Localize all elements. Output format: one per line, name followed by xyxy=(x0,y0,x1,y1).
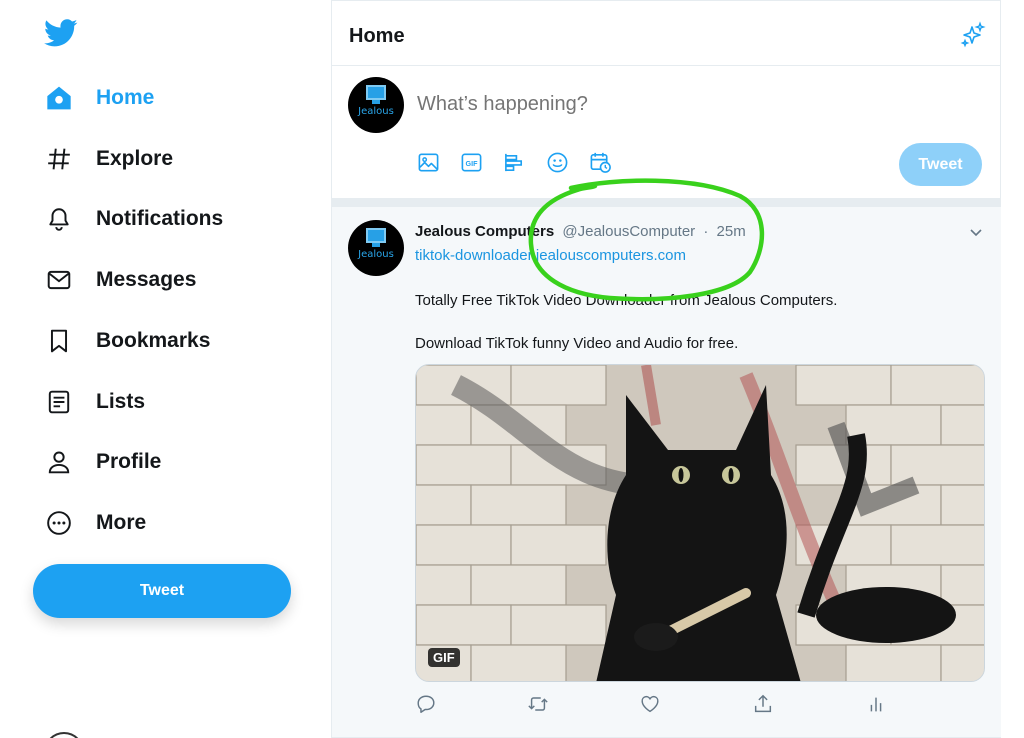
tweet-header: Jealous Computers @JealousComputer · 25m xyxy=(415,223,746,240)
cat-gif-image xyxy=(416,365,984,681)
envelope-icon xyxy=(44,265,74,295)
tweet-card[interactable]: Jealous Jealous Computers @JealousComput… xyxy=(332,207,1001,738)
nav-label: Bookmarks xyxy=(96,329,211,352)
sidebar-tweet-button[interactable]: Tweet xyxy=(33,564,291,618)
avatar[interactable]: Jealous xyxy=(348,220,404,276)
timeline-header: Home xyxy=(332,0,1001,66)
nav-label: More xyxy=(96,511,147,534)
timestamp[interactable]: 25m xyxy=(717,223,746,240)
bell-icon xyxy=(44,204,74,234)
monitor-icon xyxy=(366,85,386,100)
avatar-text: Jealous xyxy=(358,106,394,117)
tweet-text-line: Download TikTok funny Video and Audio fo… xyxy=(415,335,739,352)
twitter-bird-icon[interactable] xyxy=(43,16,78,50)
tweet-media-gif[interactable]: GIF xyxy=(415,364,985,682)
hashtag-icon xyxy=(44,144,74,174)
nav-item-more[interactable]: More xyxy=(44,501,146,545)
emoji-icon[interactable] xyxy=(545,150,569,174)
gif-icon[interactable]: GIF xyxy=(459,150,483,174)
analytics-icon[interactable] xyxy=(865,693,889,717)
home-icon xyxy=(44,83,74,113)
tweet-text: Totally Free TikTok Video Downloader fro… xyxy=(415,291,837,354)
image-icon[interactable] xyxy=(416,150,440,174)
monitor-icon xyxy=(366,228,386,243)
separator: · xyxy=(703,223,709,240)
tweet-actions xyxy=(415,693,905,717)
nav-label: Notifications xyxy=(96,207,224,230)
author-handle[interactable]: @JealousComputer xyxy=(562,223,695,240)
main-timeline: Home Jealous GIF xyxy=(331,0,1001,738)
reply-icon[interactable] xyxy=(415,693,439,717)
divider xyxy=(332,198,1001,207)
tweet-text-line: Totally Free TikTok Video Downloader fro… xyxy=(415,292,838,309)
nav-item-explore[interactable]: Explore xyxy=(44,137,173,181)
schedule-icon[interactable] xyxy=(588,150,612,174)
nav-label: Lists xyxy=(96,390,146,413)
author-name[interactable]: Jealous Computers xyxy=(415,223,554,240)
nav-item-bookmarks[interactable]: Bookmarks xyxy=(44,319,210,363)
nav-item-messages[interactable]: Messages xyxy=(44,258,196,302)
retweet-icon[interactable] xyxy=(527,693,551,717)
composer-toolbar: GIF xyxy=(416,150,631,174)
user-icon xyxy=(44,447,74,477)
gif-badge: GIF xyxy=(428,648,460,667)
nav-label: Explore xyxy=(96,147,174,170)
nav-item-lists[interactable]: Lists xyxy=(44,380,145,424)
bookmark-icon xyxy=(44,326,74,356)
poll-icon[interactable] xyxy=(502,150,526,174)
sidebar: Home Explore Notifications Messages Book… xyxy=(0,0,330,738)
nav-item-home[interactable]: Home xyxy=(44,76,154,120)
more-circle-icon xyxy=(44,508,74,538)
nav-label: Messages xyxy=(96,268,197,291)
nav-label: Profile xyxy=(96,450,162,473)
compose-tweet-button[interactable]: Tweet xyxy=(899,143,982,186)
nav-item-profile[interactable]: Profile xyxy=(44,440,161,484)
like-icon[interactable] xyxy=(639,693,663,717)
nav-item-notifications[interactable]: Notifications xyxy=(44,197,223,241)
avatar[interactable]: Jealous xyxy=(348,77,404,133)
nav-label: Home xyxy=(96,86,155,109)
tweet-composer: Jealous GIF Tweet xyxy=(332,66,1001,198)
gif-tool-label: GIF xyxy=(465,159,478,167)
page-title: Home xyxy=(349,25,405,47)
avatar-text: Jealous xyxy=(358,249,394,260)
sparkle-icon[interactable] xyxy=(959,21,987,49)
account-avatar[interactable] xyxy=(44,732,84,738)
compose-input[interactable] xyxy=(417,93,937,116)
tweet-link[interactable]: tiktok-downloader.jealouscomputers.com xyxy=(415,247,686,264)
chevron-down-icon[interactable] xyxy=(967,223,985,241)
list-icon xyxy=(44,387,74,417)
share-icon[interactable] xyxy=(752,693,776,717)
